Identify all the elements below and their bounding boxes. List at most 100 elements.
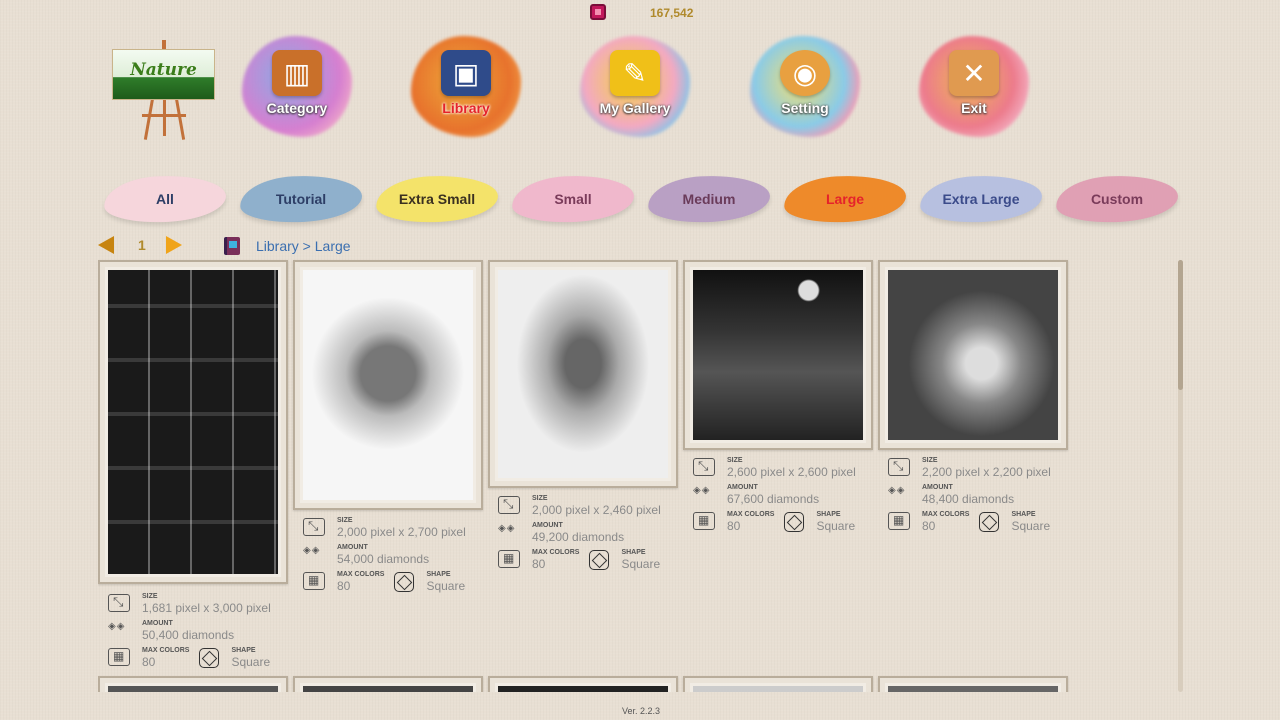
max-colors-value: 80: [532, 557, 546, 571]
shape-label: SHAPE: [621, 549, 646, 556]
artwork-info: SIZE2,600 pixel x 2,600 pixel AMOUNT67,6…: [693, 456, 873, 537]
artwork-thumbnail-greenhouse-shelves: [108, 270, 278, 574]
tab-custom[interactable]: Custom: [1054, 172, 1180, 226]
tab-large[interactable]: Large: [782, 172, 908, 226]
size-label: SIZE: [142, 593, 158, 600]
crayon-box-icon: ▥: [272, 50, 322, 96]
size-label: SIZE: [532, 495, 548, 502]
diamonds-icon: [693, 485, 715, 503]
artwork-thumbnail: [108, 686, 278, 692]
artwork-thumbnail: [888, 686, 1058, 692]
size-value: 2,000 pixel x 2,700 pixel: [337, 525, 466, 539]
artwork-info: SIZE2,000 pixel x 2,460 pixel AMOUNT49,2…: [498, 494, 678, 575]
artwork-frame-next-row[interactable]: [878, 676, 1068, 692]
amount-value: 49,200 diamonds: [532, 530, 625, 544]
artwork-card[interactable]: SIZE2,000 pixel x 2,700 pixel AMOUNT54,0…: [293, 258, 483, 598]
diamonds-icon: [888, 485, 910, 503]
square-shape-icon: [199, 648, 220, 668]
artwork-card[interactable]: SIZE2,200 pixel x 2,200 pixel AMOUNT48,4…: [878, 258, 1068, 548]
tab-extra-large[interactable]: Extra Large: [918, 172, 1044, 226]
nav-setting-button[interactable]: ◉ Setting: [740, 28, 870, 143]
size-icon: [303, 518, 325, 536]
square-shape-icon: [589, 550, 610, 570]
size-label: SIZE: [337, 517, 353, 524]
suitcase-icon: ✕: [949, 50, 999, 96]
palette-colors-icon: [108, 648, 130, 666]
artwork-info: SIZE2,200 pixel x 2,200 pixel AMOUNT48,4…: [888, 456, 1068, 537]
amount-label: AMOUNT: [727, 484, 758, 491]
tab-medium[interactable]: Medium: [646, 172, 772, 226]
size-icon: [693, 458, 715, 476]
amount-label: AMOUNT: [922, 484, 953, 491]
nav-setting-label: Setting: [781, 100, 829, 116]
max-colors-label: MAX COLORS: [922, 511, 970, 518]
size-label: SIZE: [922, 457, 938, 464]
artwork-frame-next-row[interactable]: [683, 676, 873, 692]
nav-library-button[interactable]: ▣ Library: [401, 28, 531, 143]
tab-tutorial[interactable]: Tutorial: [238, 172, 364, 226]
breadcrumb-text[interactable]: Library > Large: [256, 238, 351, 254]
tab-extra-small[interactable]: Extra Small: [374, 172, 500, 226]
nav-exit-button[interactable]: ✕ Exit: [909, 28, 1039, 143]
size-value: 2,000 pixel x 2,460 pixel: [532, 503, 661, 517]
scrollbar-thumb[interactable]: [1178, 260, 1183, 390]
nav-my-gallery-button[interactable]: ✎ My Gallery: [570, 28, 700, 143]
nav-category-label: Category: [266, 100, 328, 116]
nav-exit-label: Exit: [961, 100, 987, 116]
currency-value: 167,542: [650, 6, 694, 20]
max-colors-label: MAX COLORS: [142, 647, 190, 654]
nav-my-gallery-label: My Gallery: [599, 100, 671, 116]
easel-bar: [142, 114, 186, 117]
shape-value: Square: [621, 557, 661, 571]
book-icon: ▣: [441, 50, 491, 96]
prev-page-arrow-icon[interactable]: [98, 236, 114, 254]
artwork-frame-next-row[interactable]: [98, 676, 288, 692]
artwork-thumbnail-flower-vase: [498, 270, 668, 478]
tab-all[interactable]: All: [102, 172, 228, 226]
palette-colors-icon: [498, 550, 520, 568]
max-colors-label: MAX COLORS: [337, 571, 385, 578]
artwork-frame: [683, 260, 873, 450]
amount-label: AMOUNT: [337, 544, 368, 551]
artwork-frame-next-row[interactable]: [293, 676, 483, 692]
max-colors-label: MAX COLORS: [532, 549, 580, 556]
artwork-info: SIZE2,000 pixel x 2,700 pixel AMOUNT54,0…: [303, 516, 483, 597]
square-shape-icon: [394, 572, 415, 592]
artwork-card[interactable]: SIZE2,000 pixel x 2,460 pixel AMOUNT49,2…: [488, 258, 678, 578]
tab-label: Small: [554, 191, 592, 207]
amount-value: 50,400 diamonds: [142, 628, 235, 642]
next-page-arrow-icon[interactable]: [165, 236, 182, 254]
version-text: Ver. 2.2.3: [622, 706, 661, 716]
max-colors-label: MAX COLORS: [727, 511, 775, 518]
artwork-frame-next-row[interactable]: [488, 676, 678, 692]
palette-icon: ◉: [780, 50, 830, 96]
shape-value: Square: [816, 519, 856, 533]
shape-label: SHAPE: [816, 511, 841, 518]
artwork-thumbnail: [693, 686, 863, 692]
artwork-info: SIZE1,681 pixel x 3,000 pixel AMOUNT50,4…: [108, 592, 288, 673]
grid-scrollbar[interactable]: [1178, 260, 1183, 692]
palette-colors-icon: [693, 512, 715, 530]
amount-label: AMOUNT: [532, 522, 563, 529]
breadcrumb: Library > Large: [224, 237, 351, 255]
library-book-icon: [224, 237, 240, 255]
artwork-thumbnail-flower-bouquet: [303, 270, 473, 500]
max-colors-value: 80: [337, 579, 351, 593]
tab-label: Tutorial: [275, 191, 327, 207]
page-number: 1: [138, 237, 146, 253]
tab-label: Custom: [1090, 191, 1144, 207]
picture-icon: ✎: [610, 50, 660, 96]
easel-board: Nature: [112, 49, 215, 100]
artwork-card[interactable]: SIZE2,600 pixel x 2,600 pixel AMOUNT67,6…: [683, 258, 873, 548]
tab-small[interactable]: Small: [510, 172, 636, 226]
nav-library-label: Library: [442, 100, 490, 116]
size-label: SIZE: [727, 457, 743, 464]
max-colors-value: 80: [142, 655, 156, 669]
tab-label: All: [156, 191, 174, 207]
nav-category-button[interactable]: ▥ Category: [232, 28, 362, 143]
nature-logo-easel: Nature: [112, 40, 216, 140]
artwork-card[interactable]: SIZE1,681 pixel x 3,000 pixel AMOUNT50,4…: [98, 258, 288, 678]
amount-label: AMOUNT: [142, 620, 173, 627]
artwork-grid: SIZE1,681 pixel x 3,000 pixel AMOUNT50,4…: [98, 258, 1170, 692]
size-icon: [108, 594, 130, 612]
